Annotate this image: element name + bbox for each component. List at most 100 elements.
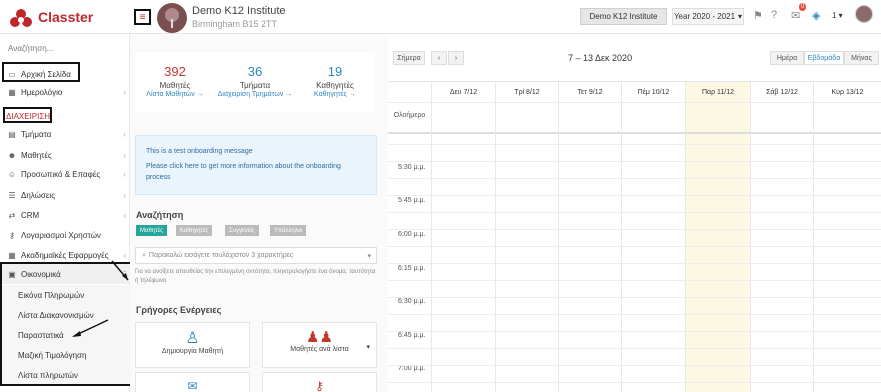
card-label: Δημιουργία Μαθητή [161,348,224,355]
chevron-left-icon: ‹ [123,190,126,200]
students-list-link[interactable]: Λίστα Μαθητών → [135,91,215,98]
brand-name[interactable]: Classter [38,9,93,25]
flag-icon[interactable]: ⚑ [753,9,763,22]
quick-action-card-4[interactable]: ⚷ [262,372,377,392]
crm-icon: ⇄ [8,210,16,220]
grid-line [388,144,881,145]
students-by-list-card[interactable]: ♟♟ Μαθητές ανά λίστα ▾ [262,322,377,368]
day-header-sat[interactable]: Σάβ 12/12 [750,82,813,102]
search-select[interactable]: ⌕ Παρακαλώ εισάγετε τουλάχιστον 3 χαρακτή… [135,247,377,264]
day-header-fri[interactable]: Παρ 11/12 [685,82,750,102]
day-header-sun[interactable]: Κυρ 13/12 [813,82,881,102]
classes-manage-link[interactable]: Διαχείριση Τμημάτων → [215,91,295,98]
grid-line [388,102,881,103]
onboarding-message[interactable]: This is a test onboarding message Please… [135,135,377,195]
quick-action-card-3[interactable]: ✉ [135,372,250,392]
stat-value: 19 [327,64,343,79]
tag-employees[interactable]: Υπάλληλοι [270,225,307,236]
view-day-button[interactable]: Ημέρα [770,51,804,65]
top-bar: Classter ≡ Demo K12 Institute Birmingham… [0,0,881,34]
view-week-button[interactable]: Εβδομάδα [804,51,844,65]
today-column [685,82,750,392]
day-header-wed[interactable]: Τετ 9/12 [558,82,621,102]
time-label: 5:30 μ.μ. [398,164,426,171]
mail-icon[interactable]: ✉ [791,9,800,22]
onboarding-line2[interactable]: Please click here to get more informatio… [146,161,366,183]
sidebar-item-label: CRM [21,210,40,220]
calendar-panel: Σήμερα ‹ › 7 – 13 Δεκ 2020 Ημέρα Εβδομάδ… [388,34,881,392]
institute-logo [157,3,187,33]
sidebar-item-declarations[interactable]: ☰ Δηλώσεις ‹ [0,185,130,205]
next-week-button[interactable]: › [448,51,464,65]
chevron-left-icon: ‹ [123,169,126,179]
grid-line [388,212,881,213]
users-icon: ♟♟ [306,329,333,346]
time-label: 7:00 μ.μ. [398,365,426,372]
quick-actions-title: Γρήγορες Ενέργειες [136,305,222,315]
help-icon[interactable]: ? [771,9,777,21]
user-avatar[interactable] [855,5,873,23]
chevron-down-icon: ▾ [366,344,370,351]
grid-line [388,229,881,230]
key-icon: ⚷ [9,230,15,240]
tag-students[interactable]: Μαθητές [136,225,168,236]
search-icon: ⌕ [142,251,146,259]
create-student-card[interactable]: ♙ Δημιουργία Μαθητή [135,322,250,368]
classter-logo-icon[interactable] [10,8,32,30]
sidebar-item-user-accounts[interactable]: ⚷ Λογαριασμοί Χρηστών [0,225,130,245]
view-month-button[interactable]: Μήνας [844,51,879,65]
sidebar-item-classes[interactable]: ▤ Τμήματα ‹ [0,124,130,144]
sidebar-search-input[interactable]: Αναζήτηση... [8,44,53,53]
grid-line [388,263,881,264]
stat-teachers: 19 Καθηγητές Καθηγητές → [295,64,375,98]
time-label: 6:45 μ.μ. [398,332,426,339]
institute-address: Birmingham B15 2TT [192,19,278,29]
chevron-down-icon: ▾ [367,252,371,260]
mail-badge: 0 [799,3,807,11]
grid-line [388,314,881,315]
grid-line [388,331,881,332]
grid-line [388,195,881,196]
time-label: 6:30 μ.μ. [398,298,426,305]
sidebar-item-calendar[interactable]: ▦ Ημερολόγιο ‹ [0,82,130,102]
allday-label: Ολοήμερο [393,112,426,119]
year-label: Year 2020 - 2021 [673,12,736,21]
stat-label: Τμήματα [239,81,271,90]
chevron-left-icon: ‹ [123,129,126,139]
app-root: Classter ≡ Demo K12 Institute Birmingham… [0,0,881,392]
grid-line [388,382,881,383]
sidebar-item-crm[interactable]: ⇄ CRM ‹ [0,205,130,225]
day-header-thu[interactable]: Πέμ 10/12 [621,82,685,102]
list-icon: ☰ [8,190,16,200]
search-hint: Για να ανοίξετε απευθείας την επιλεγμένη… [135,269,376,284]
highlight-home [2,62,80,82]
day-header-mon[interactable]: Δευ 7/12 [431,82,495,102]
institute-switch-button[interactable]: Demo K12 Institute [580,8,667,25]
today-button[interactable]: Σήμερα [393,51,425,65]
chevron-left-icon: ‹ [123,150,126,160]
user-count-value: 1 [832,11,837,20]
sidebar-item-label: Λογαριασμοί Χρηστών [21,230,101,240]
hamburger-menu-icon[interactable]: ≡ [134,9,151,25]
grid-column-line [558,82,559,392]
layers-icon[interactable]: ◈ [812,9,820,22]
teachers-link[interactable]: Καθηγητές → [295,91,375,98]
time-label: 6:15 μ.μ. [398,265,426,272]
tag-teachers[interactable]: Καθηγητές [176,225,213,236]
sidebar-item-staff[interactable]: ☺ Προσωπικό & Επαφές ‹ [0,164,130,184]
grid-line [388,246,881,247]
chevron-down-icon: ▾ [738,12,743,21]
tag-relatives[interactable]: Συγγενείς [225,225,259,236]
user-count[interactable]: 1 ▾ [832,11,843,20]
year-select[interactable]: Year 2020 - 2021 ▾ [672,8,744,25]
chevron-left-icon: ‹ [123,210,126,220]
grid-column-line [431,82,432,392]
sidebar-item-students[interactable]: ☻ Μαθητές ‹ [0,145,130,165]
sidebar-item-label: Ακαδημαϊκές Εφαρμογές [21,250,109,260]
day-header-tue[interactable]: Τρί 8/12 [495,82,558,102]
card-label: Μαθητές ανά λίστα [290,346,349,353]
grid-icon: ▤ [8,129,16,139]
stat-label: Μαθητές [159,81,191,90]
stat-label: Καθηγητές [316,81,354,90]
prev-week-button[interactable]: ‹ [431,51,447,65]
